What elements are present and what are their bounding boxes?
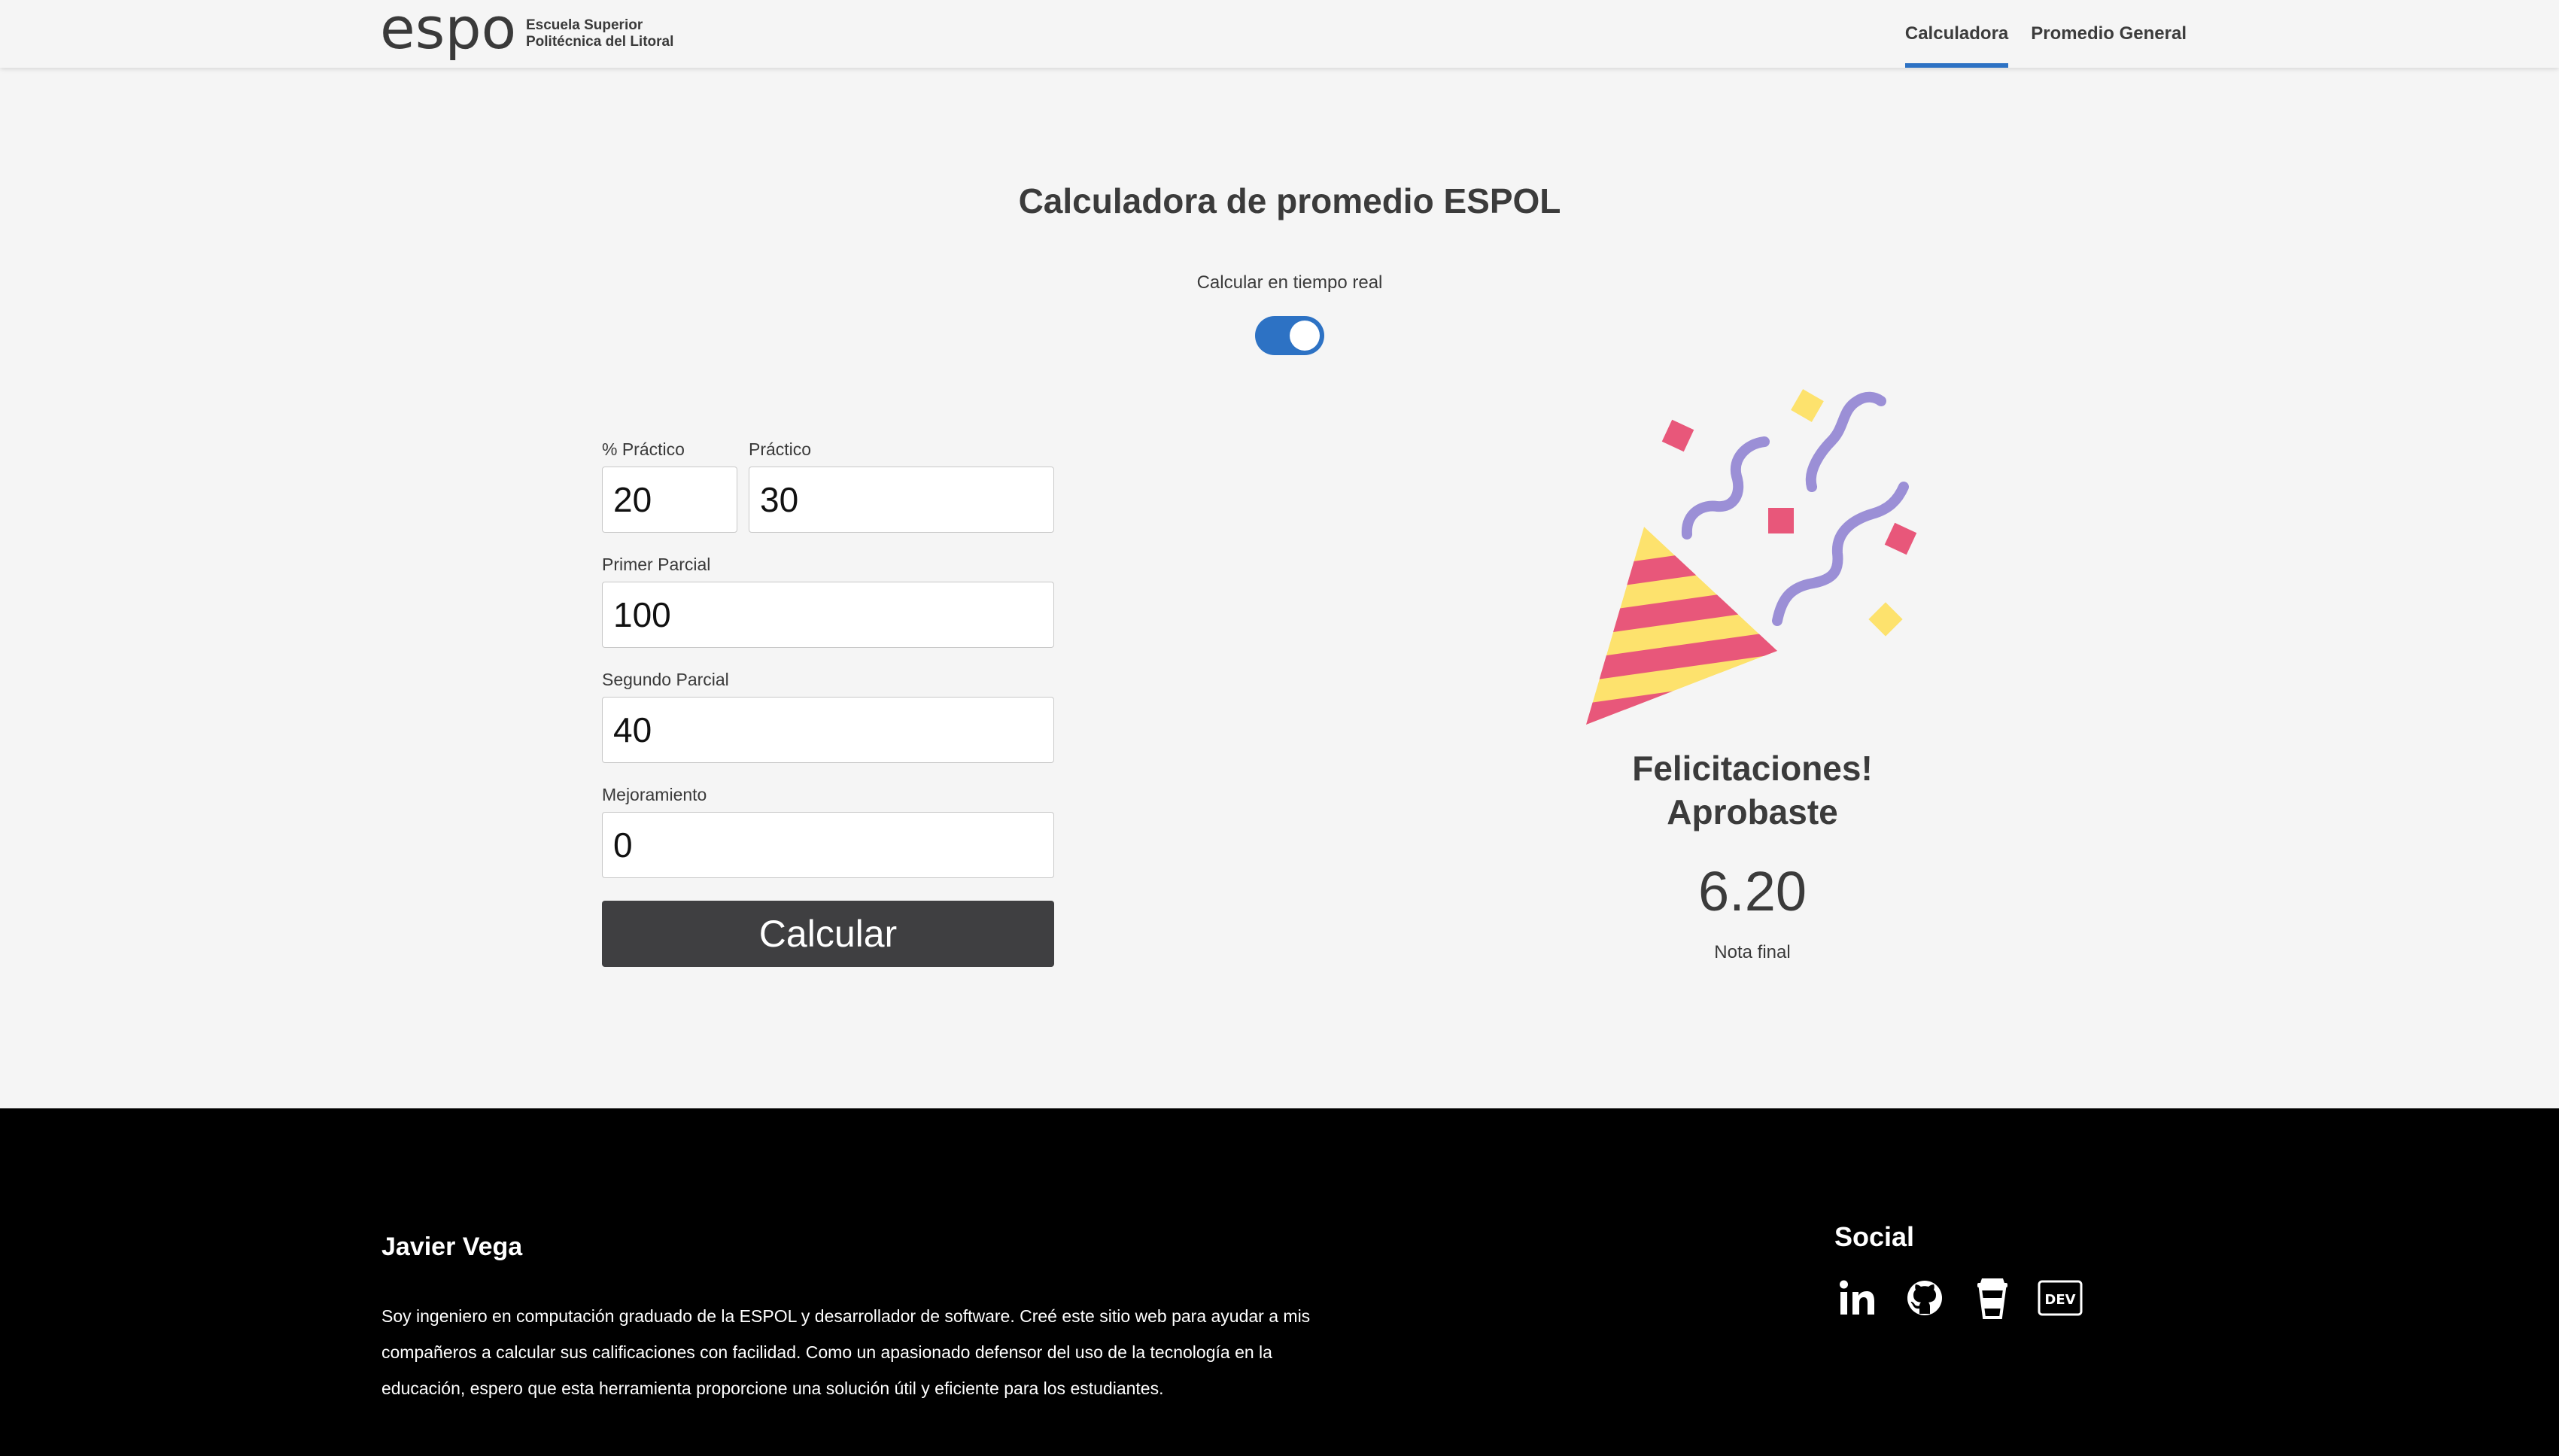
institution-name: Escuela Superior Politécnica del Litoral [526, 17, 673, 50]
nav-calculadora[interactable]: Calculadora [1894, 0, 2020, 68]
institution-name-line2: Politécnica del Litoral [526, 34, 674, 50]
primer-parcial-label: Primer Parcial [602, 555, 711, 574]
svg-text:espol: espol [380, 5, 515, 62]
navbar: espol Escuela Superior Politécnica del L… [0, 0, 2559, 68]
pct-practico-label: % Práctico [602, 439, 685, 459]
mejoramiento-label: Mejoramiento [602, 785, 707, 804]
nav-promedio-general[interactable]: Promedio General [2020, 0, 2198, 68]
segundo-parcial-input[interactable] [602, 697, 1054, 763]
calcular-button[interactable]: Calcular [602, 901, 1054, 967]
mejoramiento-input[interactable] [602, 812, 1054, 878]
practico-input[interactable] [749, 467, 1054, 533]
social-icons: DEV [1834, 1275, 2083, 1321]
final-grade: 6.20 [1697, 860, 1807, 923]
institution-name-line1: Escuela Superior [526, 17, 643, 33]
linkedin-icon[interactable] [1834, 1275, 1880, 1321]
primer-parcial-input[interactable] [602, 582, 1054, 648]
footer: Javier Vega Soy ingeniero en computación… [0, 1108, 2559, 1456]
final-grade-label: Nota final [1714, 942, 1791, 962]
buy-me-a-coffee-icon[interactable] [1970, 1275, 2015, 1321]
pct-practico-input[interactable] [602, 467, 737, 533]
congrats-message: Felicitaciones! Aprobaste [1527, 746, 1978, 834]
party-popper-icon [1586, 389, 1917, 725]
congrats-line2: Aprobaste [1667, 792, 1838, 831]
espol-logo[interactable]: espol Escuela Superior Politécnica del L… [380, 5, 673, 63]
github-icon[interactable] [1902, 1275, 1947, 1321]
practico-label: Práctico [749, 439, 812, 459]
social-title: Social [1834, 1221, 1915, 1252]
espol-logo-mark: espol [380, 5, 515, 62]
svg-text:DEV: DEV [2044, 1292, 2075, 1308]
realtime-toggle[interactable] [1255, 316, 1324, 355]
author-bio: Soy ingeniero en computación graduado de… [381, 1306, 1311, 1398]
segundo-parcial-label: Segundo Parcial [602, 670, 729, 689]
page-title: Calculadora de promedio ESPOL [1018, 181, 1561, 220]
author-name: Javier Vega [381, 1233, 523, 1261]
dev-icon[interactable]: DEV [2038, 1275, 2083, 1321]
toggle-knob [1290, 321, 1320, 351]
nav-links: Calculadora Promedio General [1894, 0, 2198, 68]
realtime-label: Calcular en tiempo real [1196, 272, 1383, 293]
congrats-line1: Felicitaciones! [1632, 749, 1873, 788]
